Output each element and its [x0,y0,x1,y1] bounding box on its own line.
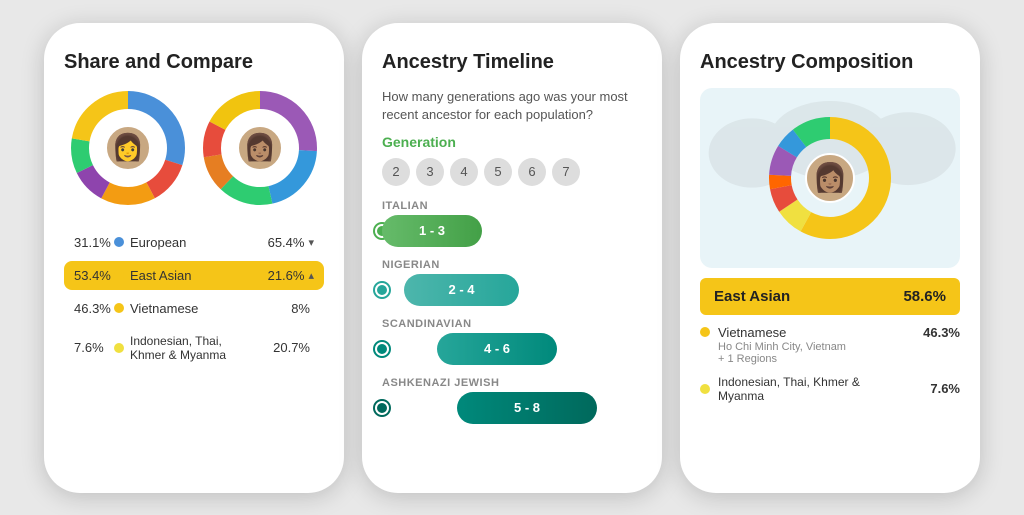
label: East Asian [130,268,268,283]
avatar-1: 👩 [105,125,151,171]
phone1-title: Share and Compare [64,51,324,74]
pct2: 20.7% [273,340,310,355]
phone-ancestry-timeline: Ancestry Timeline How many generations a… [362,23,662,493]
timeline-question: How many generations ago was your most r… [382,88,642,124]
pct1: 46.3% [74,301,114,316]
timeline-dot [375,283,389,297]
comp-item-indonesian: Indonesian, Thai, Khmer &Myanma 7.6% [700,375,960,403]
phone-ancestry-composition: Ancestry Composition [680,23,980,493]
label: European [130,235,268,250]
timeline-dot [375,342,389,356]
stats-table: 31.1% European 65.4% ▾ 53.4% East Asian … [64,228,324,373]
gen-num-7: 7 [552,158,580,186]
avatar-3: 👩🏽 [805,153,855,203]
map-background: 👩🏽 [700,88,960,268]
donut-row: 👩 👩🏽 [64,88,324,208]
dot-european [114,237,124,247]
comp-name: Vietnamese [718,325,915,340]
timeline-dot [375,401,389,415]
population-label: ITALIAN [382,200,642,212]
generation-label: Generation [382,134,642,150]
gen-num-6: 6 [518,158,546,186]
pct1: 31.1% [74,235,114,250]
phone3-title: Ancestry Composition [700,51,960,74]
population-label: ASHKENAZI JEWISH [382,377,642,389]
donut-chart-1: 👩 [68,88,188,208]
gen-num-4: 4 [450,158,478,186]
population-label: NIGERIAN [382,259,642,271]
timeline-bar-wrap: 2 - 4 [382,274,642,306]
timeline-item-italian: ITALIAN 1 - 3 [382,200,642,247]
timeline-bar: 1 - 3 [382,215,482,247]
timeline-item-scandinavian: SCANDINAVIAN 4 - 6 [382,318,642,365]
phone-share-compare: Share and Compare 👩 [44,23,344,493]
label: Vietnamese [130,301,291,316]
comp-sub: Ho Chi Minh City, Vietnam+ 1 Regions [718,341,960,365]
timeline-bar: 4 - 6 [437,333,557,365]
gen-num-5: 5 [484,158,512,186]
timeline-bar: 2 - 4 [404,274,519,306]
gen-num-2: 2 [382,158,410,186]
timeline-bar: 5 - 8 [457,392,597,424]
comp-dot-vietnamese [700,327,710,337]
dot-indonesian [114,343,124,353]
comp-item-vietnamese: Vietnamese 46.3% Ho Chi Minh City, Vietn… [700,325,960,365]
east-asian-pct: 58.6% [903,288,946,305]
comp-row: Indonesian, Thai, Khmer &Myanma 7.6% [700,375,960,403]
timeline-item-nigerian: NIGERIAN 2 - 4 [382,259,642,306]
label: Indonesian, Thai,Khmer & Myanma [130,334,273,362]
donut-chart-2: 👩🏽 [200,88,320,208]
comp-row: Vietnamese 46.3% [700,325,960,340]
stats-row: 31.1% European 65.4% ▾ [64,228,324,257]
comp-pct: 7.6% [930,381,960,396]
avatar-2: 👩🏽 [237,125,283,171]
pct2: 65.4% [268,235,305,250]
pct1: 7.6% [74,340,114,355]
arrow-icon[interactable]: ▾ [308,236,314,249]
phone2-title: Ancestry Timeline [382,51,642,74]
stats-row: 7.6% Indonesian, Thai,Khmer & Myanma 20.… [64,327,324,369]
timeline-bar-wrap: 4 - 6 [382,333,642,365]
timeline-bar-wrap: 1 - 3 [382,215,642,247]
comp-pct: 46.3% [923,325,960,340]
generation-numbers: 2 3 4 5 6 7 [382,158,642,186]
population-label: SCANDINAVIAN [382,318,642,330]
east-asian-bar: East Asian 58.6% [700,278,960,315]
dot-eastasian [114,270,124,280]
east-asian-label: East Asian [714,288,790,305]
pct1: 53.4% [74,268,114,283]
pct2: 8% [291,301,310,316]
app-container: Share and Compare 👩 [0,3,1024,513]
arrow-icon[interactable]: ▴ [308,269,314,282]
dot-vietnamese [114,303,124,313]
gen-num-3: 3 [416,158,444,186]
timeline-bar-wrap: 5 - 8 [382,392,642,424]
stats-row-highlighted: 53.4% East Asian 21.6% ▴ [64,261,324,290]
composition-donut: 👩🏽 [765,113,895,243]
comp-name: Indonesian, Thai, Khmer &Myanma [718,375,922,403]
pct2: 21.6% [268,268,305,283]
timeline-item-ashkenazi: ASHKENAZI JEWISH 5 - 8 [382,377,642,424]
comp-dot-indonesian [700,384,710,394]
stats-row: 46.3% Vietnamese 8% [64,294,324,323]
